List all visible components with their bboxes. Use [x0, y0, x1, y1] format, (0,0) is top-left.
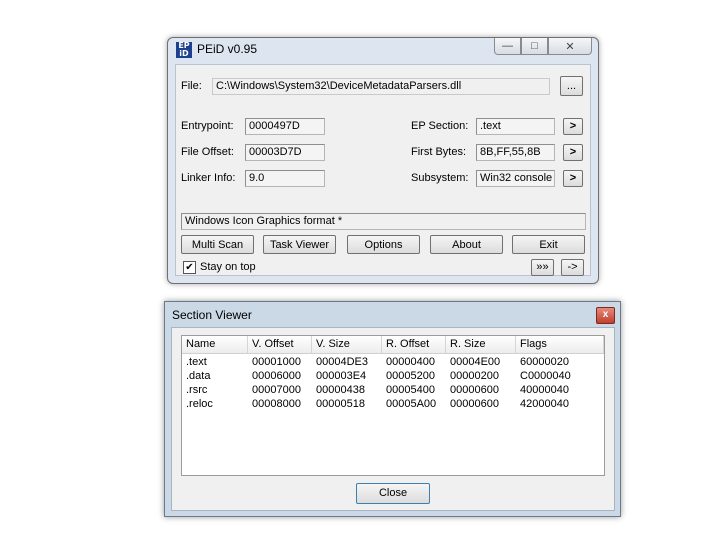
ep-section-arrow-button[interactable]: >	[563, 118, 583, 135]
table-row[interactable]: .rsrc 00007000 00000438 00005400 0000060…	[182, 384, 604, 397]
stay-on-top-label: Stay on top	[200, 261, 256, 273]
cell-name: .data	[186, 370, 211, 382]
section-viewer-close-button[interactable]: x	[596, 307, 615, 324]
close-icon: ✕	[565, 40, 575, 53]
window-controls: — □ ✕	[494, 38, 592, 56]
close-button[interactable]: Close	[356, 483, 430, 504]
minimize-button[interactable]: —	[494, 38, 521, 55]
file-offset-label: File Offset:	[181, 146, 234, 158]
column-header-v-offset[interactable]: V. Offset	[248, 336, 312, 353]
stay-on-top-checkbox[interactable]: ✔	[183, 261, 196, 274]
cell-r-offset: 00005200	[386, 370, 435, 382]
file-label: File:	[181, 80, 202, 92]
linker-info-field[interactable]: 9.0	[245, 170, 325, 187]
file-path-field[interactable]: C:\Windows\System32\DeviceMetadataParser…	[212, 78, 550, 95]
cell-r-offset: 00005A00	[386, 398, 437, 410]
cell-r-size: 00000600	[450, 384, 499, 396]
cell-flags: 60000020	[520, 356, 569, 368]
entrypoint-field[interactable]: 0000497D	[245, 118, 325, 135]
subsystem-label: Subsystem:	[411, 172, 469, 184]
close-button[interactable]: ✕	[548, 38, 592, 55]
browse-button[interactable]: ...	[560, 76, 583, 96]
ep-section-field[interactable]: .text	[476, 118, 555, 135]
app-icon-text-bottom: iD	[179, 49, 189, 58]
first-bytes-arrow-button[interactable]: >	[563, 144, 583, 161]
section-list-header: Name V. Offset V. Size R. Offset R. Size…	[182, 336, 604, 354]
peid-client-area: File: C:\Windows\System32\DeviceMetadata…	[175, 64, 591, 276]
cell-name: .rsrc	[186, 384, 208, 396]
scan-result-field[interactable]: Windows Icon Graphics format *	[181, 213, 586, 230]
cell-v-offset: 00001000	[252, 356, 301, 368]
column-header-v-size[interactable]: V. Size	[312, 336, 382, 353]
section-viewer-title: Section Viewer	[172, 308, 252, 322]
title-bar[interactable]: EP iD PEiD v0.95 — □ ✕	[168, 38, 598, 60]
extra-info-button[interactable]: »»	[531, 259, 554, 276]
minimize-icon: —	[502, 40, 513, 52]
window-title: PEiD v0.95	[197, 42, 258, 56]
cell-r-size: 00004E00	[450, 356, 501, 368]
column-header-flags[interactable]: Flags	[516, 336, 604, 353]
first-bytes-label: First Bytes:	[411, 146, 467, 158]
section-viewer-window: Section Viewer x Name V. Offset V. Size …	[164, 301, 621, 517]
cell-v-offset: 00007000	[252, 384, 301, 396]
cell-r-offset: 00005400	[386, 384, 435, 396]
cell-r-offset: 00000400	[386, 356, 435, 368]
task-viewer-button[interactable]: Task Viewer	[263, 235, 336, 254]
entrypoint-label: Entrypoint:	[181, 120, 234, 132]
options-button[interactable]: Options	[347, 235, 420, 254]
cell-v-offset: 00006000	[252, 370, 301, 382]
about-button[interactable]: About	[430, 235, 503, 254]
cell-v-size: 000003E4	[316, 370, 367, 382]
column-header-name[interactable]: Name	[182, 336, 248, 353]
cell-v-size: 00004DE3	[316, 356, 368, 368]
cell-flags: 42000040	[520, 398, 569, 410]
subsystem-field[interactable]: Win32 console	[476, 170, 555, 187]
table-row[interactable]: .text 00001000 00004DE3 00000400 00004E0…	[182, 356, 604, 369]
maximize-button[interactable]: □	[521, 38, 548, 55]
cell-flags: 40000040	[520, 384, 569, 396]
plugins-button[interactable]: ->	[561, 259, 584, 276]
close-icon: x	[602, 309, 609, 320]
cell-name: .reloc	[186, 398, 213, 410]
subsystem-arrow-button[interactable]: >	[563, 170, 583, 187]
cell-name: .text	[186, 356, 207, 368]
table-row[interactable]: .data 00006000 000003E4 00005200 0000020…	[182, 370, 604, 383]
column-header-r-size[interactable]: R. Size	[446, 336, 516, 353]
table-row[interactable]: .reloc 00008000 00000518 00005A00 000006…	[182, 398, 604, 411]
cell-v-size: 00000438	[316, 384, 365, 396]
cell-v-size: 00000518	[316, 398, 365, 410]
cell-v-offset: 00008000	[252, 398, 301, 410]
file-offset-field[interactable]: 00003D7D	[245, 144, 325, 161]
exit-button[interactable]: Exit	[512, 235, 585, 254]
cell-r-size: 00000200	[450, 370, 499, 382]
column-header-r-offset[interactable]: R. Offset	[382, 336, 446, 353]
section-viewer-client: Name V. Offset V. Size R. Offset R. Size…	[171, 327, 615, 511]
peid-window: EP iD PEiD v0.95 — □ ✕ File: C:\Windows\…	[167, 37, 599, 284]
first-bytes-field[interactable]: 8B,FF,55,8B	[476, 144, 555, 161]
maximize-icon: □	[531, 40, 538, 52]
cell-r-size: 00000600	[450, 398, 499, 410]
cell-flags: C0000040	[520, 370, 571, 382]
linker-info-label: Linker Info:	[181, 172, 236, 184]
section-list[interactable]: Name V. Offset V. Size R. Offset R. Size…	[181, 335, 605, 476]
multi-scan-button[interactable]: Multi Scan	[181, 235, 254, 254]
ep-section-label: EP Section:	[411, 120, 469, 132]
peid-app-icon: EP iD	[176, 42, 192, 58]
